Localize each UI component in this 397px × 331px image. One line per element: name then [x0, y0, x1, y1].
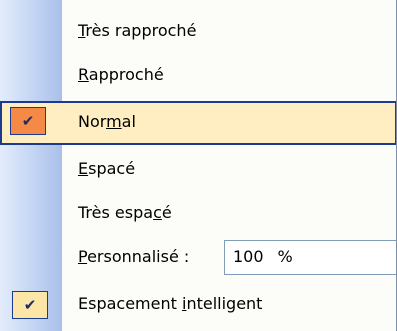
menu-item-label: Très espacé	[78, 203, 172, 222]
menu-item-tres-espace[interactable]: Très espacé	[0, 192, 396, 236]
custom-spacing-unit: %	[277, 247, 293, 266]
menu-item-rapproche[interactable]: Rapproché	[0, 54, 396, 98]
menu-item-label: Espacé	[78, 159, 136, 178]
menu-item-label: Rapproché	[78, 65, 164, 84]
custom-spacing-value: 100	[233, 247, 264, 266]
menu-item-normal[interactable]: ✔ Normal	[0, 101, 396, 145]
menu-item-label: Personnalisé :	[78, 247, 190, 266]
menu-item-label: Très rapproché	[78, 21, 197, 40]
menu-item-label: Espacement intelligent	[78, 294, 263, 313]
checkmark-icon: ✔	[12, 291, 48, 319]
menu-item-espace[interactable]: Espacé	[0, 148, 396, 192]
custom-spacing-input[interactable]: 100%	[224, 240, 396, 275]
line-spacing-menu: Très rapproché Rapproché ✔ Normal Espacé…	[0, 0, 397, 331]
menu-item-tres-rapproche[interactable]: Très rapproché	[0, 10, 396, 54]
menu-item-personnalise[interactable]: Personnalisé : 100%	[0, 236, 396, 280]
checkmark-icon: ✔	[10, 107, 46, 135]
menu-item-label: Normal	[78, 112, 136, 131]
menu-item-espacement-intelligent[interactable]: ✔ Espacement intelligent	[0, 283, 396, 327]
